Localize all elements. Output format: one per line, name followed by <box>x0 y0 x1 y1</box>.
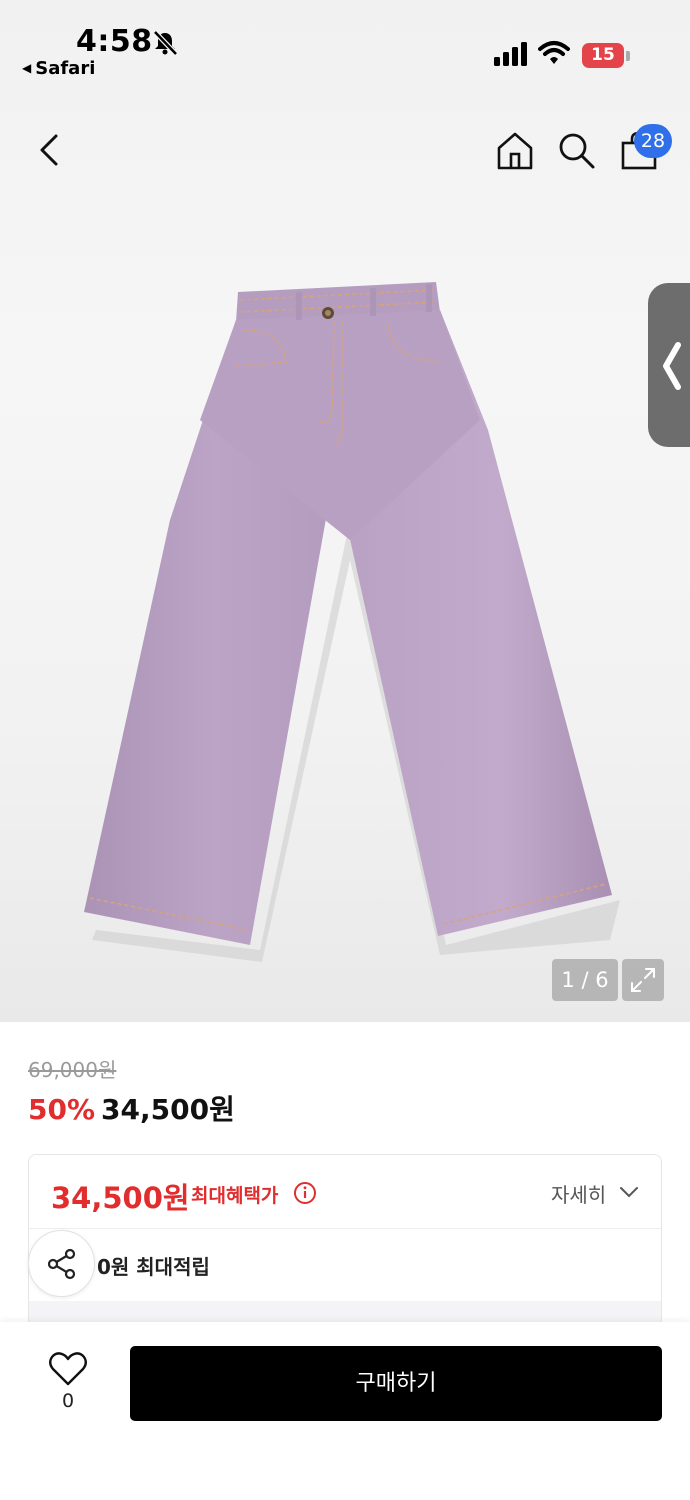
back-to-safari[interactable]: ◀ Safari <box>22 58 95 79</box>
heart-icon[interactable] <box>46 1346 90 1390</box>
image-counter: 1 / 6 <box>552 959 618 1001</box>
chevron-left-icon <box>663 342 681 390</box>
max-benefit-price: 34,500원 <box>51 1181 190 1215</box>
discount-rate: 50% <box>28 1093 96 1126</box>
like-count: 0 <box>61 1390 75 1412</box>
info-icon[interactable] <box>293 1181 317 1205</box>
battery-indicator: 15 <box>582 43 624 68</box>
battery-nub <box>626 51 630 61</box>
status-time: 4:58 <box>76 24 153 59</box>
share-button[interactable] <box>28 1230 95 1297</box>
chevron-down-icon[interactable] <box>619 1185 639 1199</box>
max-points-text: 0원 최대적립 <box>97 1255 210 1279</box>
back-triangle-icon: ◀ <box>22 61 32 75</box>
max-benefit-label: 최대혜택가 <box>191 1185 279 1207</box>
search-icon[interactable] <box>556 130 596 170</box>
bottom-action-bar: 0 구매하기 <box>0 1322 690 1500</box>
expand-icon <box>631 968 655 992</box>
product-image-gallery[interactable]: 4:58 ◀ Safari 15 28 1 / 6 <box>0 0 690 1022</box>
price-row: 50% 34,500원 <box>28 1088 235 1128</box>
share-icon <box>47 1248 76 1280</box>
original-price: 69,000원 <box>28 1058 117 1082</box>
home-icon[interactable] <box>494 130 536 172</box>
expand-image-button[interactable] <box>622 959 664 1001</box>
cart-count-badge: 28 <box>634 124 672 158</box>
detail-toggle[interactable]: 자세히 <box>551 1179 606 1208</box>
wifi-icon <box>538 41 570 64</box>
back-arrow-icon[interactable] <box>28 128 72 172</box>
signal-icon <box>494 42 527 66</box>
benefit-card: 34,500원 최대혜택가 자세히 0원 최대적립 <box>28 1154 662 1344</box>
side-panel-tab[interactable] <box>648 283 690 447</box>
bell-off-icon <box>153 30 178 56</box>
sale-price: 34,500원 <box>101 1093 235 1126</box>
buy-button[interactable]: 구매하기 <box>130 1346 662 1421</box>
benefit-summary-row[interactable]: 34,500원 최대혜택가 자세히 <box>29 1155 661 1229</box>
